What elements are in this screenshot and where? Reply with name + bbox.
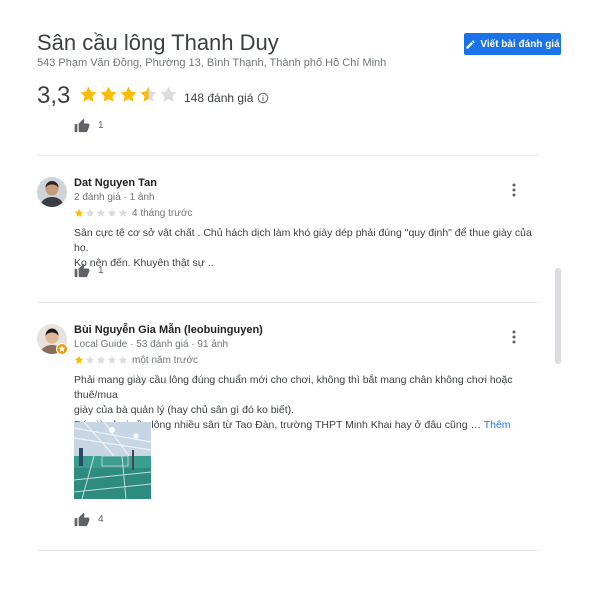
review-divider [37, 550, 540, 551]
like-count: 1 [98, 120, 104, 131]
star-empty-icon [160, 86, 177, 102]
star-full-icon [74, 355, 84, 364]
review-photo[interactable] [74, 422, 151, 499]
review-text-line: Phải mang giày cầu lông đúng chuẩn mới c… [74, 374, 513, 401]
like-count: 1 [98, 265, 104, 276]
star-full-icon [100, 86, 117, 102]
review-text-line: giày của bà quản lý (hay chủ sân gì đó k… [74, 404, 295, 416]
more-link[interactable]: Thêm [484, 419, 511, 431]
rating-stars [79, 85, 178, 104]
star-empty-icon [85, 355, 95, 364]
star-empty-icon [118, 355, 128, 364]
star-empty-icon [107, 208, 117, 217]
place-address: 543 Phạm Văn Đồng, Phường 13, Bình Thạnh… [37, 57, 387, 69]
like-button[interactable]: 1 [74, 118, 104, 133]
reviewer-name[interactable]: Bùi Nguyễn Gia Mẫn (leobuinguyen) [74, 324, 263, 336]
review-divider [37, 155, 540, 156]
review-text-line: Ko nên đến. Khuyên thật sự .. [74, 257, 214, 269]
review-time: 4 tháng trước [132, 208, 193, 219]
star-full-icon [80, 86, 97, 102]
review-text: Sân cực tệ cơ sở vật chất . Chủ hách dịc… [74, 226, 544, 271]
review-count: 148 đánh giá [184, 91, 254, 105]
like-button[interactable]: 1 [74, 263, 104, 278]
review-text-line: Sân cực tệ cơ sở vật chất . Chủ hách dịc… [74, 227, 532, 254]
info-icon[interactable] [257, 92, 269, 104]
star-empty-icon [107, 355, 117, 364]
write-review-button[interactable]: Viết bài đánh giá [464, 33, 561, 55]
more-options-icon[interactable] [508, 182, 520, 198]
thumbs-up-icon [74, 512, 90, 527]
review-time: một năm trước [132, 355, 199, 366]
star-empty-icon [118, 208, 128, 217]
like-count: 4 [98, 514, 104, 525]
star-full-icon [74, 208, 84, 217]
local-guide-badge-icon [56, 343, 68, 355]
star-empty-icon [96, 355, 106, 364]
thumbs-up-icon [74, 118, 90, 133]
review-stars [74, 355, 128, 365]
reviewer-meta: Local Guide · 53 đánh giá · 91 ảnh [74, 339, 228, 350]
reviewer-meta: 2 đánh giá · 1 ảnh [74, 192, 155, 203]
more-options-icon[interactable] [508, 329, 520, 345]
star-empty-icon [96, 208, 106, 217]
pencil-icon [466, 39, 475, 49]
avatar[interactable] [37, 177, 67, 207]
like-button[interactable]: 4 [74, 512, 104, 527]
thumbs-up-icon [74, 263, 90, 278]
star-full-icon [120, 86, 137, 102]
review-divider [37, 302, 540, 303]
scrollbar-thumb[interactable] [555, 268, 561, 364]
rating-number: 3,3 [37, 82, 71, 109]
write-review-label: Viết bài đánh giá [480, 38, 560, 50]
star-empty-icon [85, 208, 95, 217]
reviewer-name[interactable]: Dat Nguyen Tan [74, 177, 157, 189]
star-half-icon [140, 86, 157, 102]
review-stars [74, 208, 128, 218]
place-title: Sân cầu lông Thanh Duy [37, 30, 279, 55]
